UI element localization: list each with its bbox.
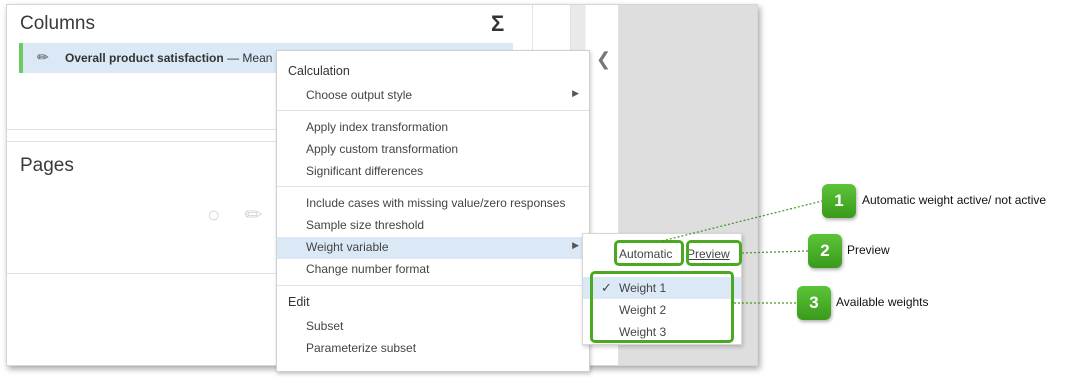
callout-badge-2: 2 bbox=[808, 234, 842, 268]
callout-badge-3: 3 bbox=[797, 286, 831, 320]
callout-text-1: Automatic weight active/ not active bbox=[862, 193, 1047, 207]
callout-text-2: Preview bbox=[847, 243, 890, 257]
callout-text-3: Available weights bbox=[836, 295, 929, 309]
callout-badge-1: 1 bbox=[822, 184, 856, 218]
